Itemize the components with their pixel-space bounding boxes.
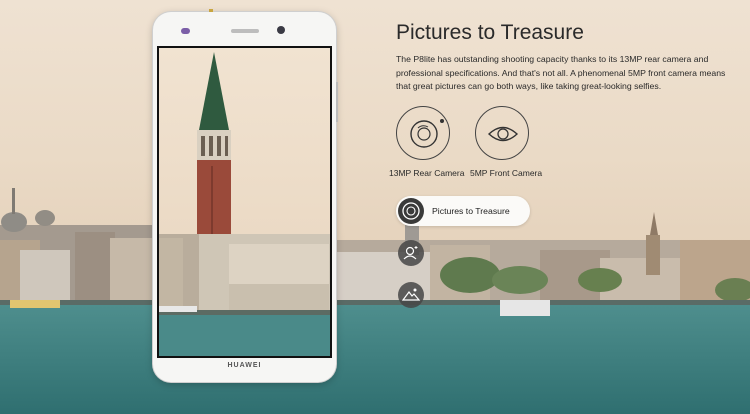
page-title: Pictures to Treasure <box>396 21 584 44</box>
selfie-menu-button[interactable] <box>398 240 424 266</box>
rear-camera-icon <box>396 106 450 160</box>
volume-button <box>336 82 338 122</box>
rear-camera-glyph <box>410 119 444 148</box>
eye-icon <box>487 126 519 142</box>
earpiece-speaker <box>231 29 259 33</box>
power-button <box>209 9 213 12</box>
campanile-photo <box>159 48 330 356</box>
landscape-menu-button[interactable] <box>398 282 424 308</box>
selfie-person-icon <box>403 246 418 260</box>
pictures-to-treasure-button[interactable]: Pictures to Treasure <box>396 196 530 226</box>
proximity-sensor <box>181 28 190 34</box>
front-camera-label: 5MP Front Camera <box>470 168 543 178</box>
phone-screen <box>157 46 332 358</box>
phone-device: HUAWEI <box>153 9 338 382</box>
rear-camera-label: 13MP Rear Camera <box>389 168 465 178</box>
camera-lens-icon <box>398 198 424 224</box>
phone-brand-logo: HUAWEI <box>227 362 262 369</box>
mountain-landscape-icon <box>401 288 421 301</box>
front-camera-lens <box>277 26 285 34</box>
feature-description: The P8lite has outstanding shooting capa… <box>396 54 726 92</box>
front-camera-icon <box>475 106 529 160</box>
pill-label: Pictures to Treasure <box>432 206 510 216</box>
